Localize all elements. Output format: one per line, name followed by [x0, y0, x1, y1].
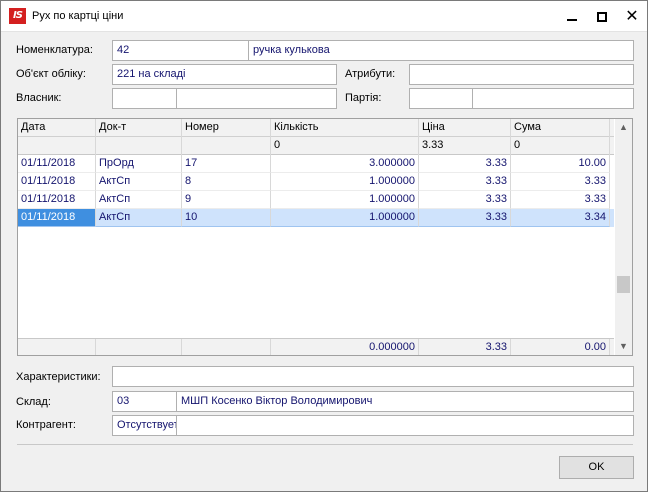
totals-sum: 0.00: [511, 339, 610, 355]
characteristics-label: Характеристики:: [16, 371, 101, 383]
grid-header-row: Дата Док-т Номер Кількість Ціна Сума: [18, 119, 614, 137]
account-object-label: Об'єкт обліку:: [16, 68, 86, 80]
row-date: 01/11/2018: [18, 209, 96, 227]
row-doc: АктСп: [96, 209, 182, 227]
row-date: 01/11/2018: [18, 173, 96, 191]
price-movement-grid[interactable]: Дата Док-т Номер Кількість Ціна Сума 0 3…: [17, 118, 633, 356]
row-date: 01/11/2018: [18, 191, 96, 209]
row-sum: 3.33: [511, 173, 610, 191]
grid-vertical-scrollbar[interactable]: ▲ ▼: [615, 119, 632, 355]
column-header-number[interactable]: Номер: [182, 119, 271, 137]
maximize-button[interactable]: [587, 1, 617, 32]
totals-date: [18, 339, 96, 355]
maximize-icon: [597, 11, 607, 22]
opening-doc: [96, 137, 182, 155]
characteristics-field[interactable]: [112, 366, 634, 387]
owner-name-field[interactable]: [176, 88, 337, 109]
attributes-field[interactable]: [409, 64, 634, 85]
owner-code-field[interactable]: [112, 88, 177, 109]
column-header-date[interactable]: Дата: [18, 119, 96, 137]
row-doc: ПрОрд: [96, 155, 182, 173]
nomenclature-label: Номенклатура:: [16, 44, 93, 56]
column-header-qty[interactable]: Кількість: [271, 119, 419, 137]
footer-divider: [17, 444, 633, 445]
row-price: 3.33: [419, 155, 511, 173]
warehouse-label: Склад:: [16, 396, 51, 408]
row-doc: АктСп: [96, 191, 182, 209]
grid-totals-row: 0.000000 3.33 0.00: [18, 338, 614, 355]
totals-doc: [96, 339, 182, 355]
table-row[interactable]: 01/11/2018 ПрОрд 17 3.000000 3.33 10.00: [18, 155, 614, 173]
column-header-doc[interactable]: Док-т: [96, 119, 182, 137]
scroll-thumb[interactable]: [617, 276, 630, 293]
row-sum: 3.33: [511, 191, 610, 209]
column-header-sum[interactable]: Сума: [511, 119, 610, 137]
row-number: 8: [182, 173, 271, 191]
counterparty-label: Контрагент:: [16, 419, 76, 431]
row-doc: АктСп: [96, 173, 182, 191]
row-qty: 1.000000: [271, 191, 419, 209]
row-qty: 1.000000: [271, 209, 419, 227]
opening-price: 3.33: [419, 137, 511, 155]
price-card-movement-window: IS Рух по картці ціни ✕ Номенклатура: 42…: [0, 0, 648, 492]
row-price: 3.33: [419, 173, 511, 191]
warehouse-code-field[interactable]: 03: [112, 391, 177, 412]
opening-sum: 0: [511, 137, 610, 155]
row-number: 10: [182, 209, 271, 227]
row-number: 9: [182, 191, 271, 209]
counterparty-code-field[interactable]: Отсутствует: [112, 415, 177, 436]
table-row[interactable]: 01/11/2018 АктСп 9 1.000000 3.33 3.33: [18, 191, 614, 209]
close-button[interactable]: ✕: [617, 1, 647, 32]
opening-date: [18, 137, 96, 155]
minimize-button[interactable]: [557, 1, 587, 32]
account-object-field[interactable]: 221 на складі: [112, 64, 337, 85]
row-date: 01/11/2018: [18, 155, 96, 173]
opening-qty: 0: [271, 137, 419, 155]
row-price: 3.33: [419, 191, 511, 209]
counterparty-name-field[interactable]: [176, 415, 634, 436]
warehouse-name-field[interactable]: МШП Косенко Віктор Володимирович: [176, 391, 634, 412]
totals-price: 3.33: [419, 339, 511, 355]
table-row-selected[interactable]: 01/11/2018 АктСп 10 1.000000 3.33 3.34: [18, 209, 614, 227]
ok-button[interactable]: OK: [559, 456, 634, 479]
batch-code-field[interactable]: [409, 88, 473, 109]
attributes-label: Атрибути:: [345, 68, 396, 80]
title-bar: IS Рух по картці ціни ✕: [1, 1, 647, 32]
scroll-down-icon[interactable]: ▼: [615, 338, 632, 355]
nomenclature-code-field[interactable]: 42: [112, 40, 249, 61]
totals-qty: 0.000000: [271, 339, 419, 355]
batch-label: Партія:: [345, 92, 382, 104]
row-qty: 1.000000: [271, 173, 419, 191]
close-icon: ✕: [625, 7, 639, 25]
row-qty: 3.000000: [271, 155, 419, 173]
owner-label: Власник:: [16, 92, 62, 104]
scroll-up-icon[interactable]: ▲: [615, 119, 632, 136]
row-sum: 3.34: [511, 209, 610, 227]
table-row[interactable]: 01/11/2018 АктСп 8 1.000000 3.33 3.33: [18, 173, 614, 191]
app-logo-icon: IS: [9, 8, 26, 24]
opening-number: [182, 137, 271, 155]
opening-balance-row: 0 3.33 0: [18, 137, 614, 155]
row-price: 3.33: [419, 209, 511, 227]
window-title: Рух по картці ціни: [32, 10, 124, 22]
batch-name-field[interactable]: [472, 88, 634, 109]
totals-number: [182, 339, 271, 355]
row-number: 17: [182, 155, 271, 173]
nomenclature-name-field[interactable]: ручка кулькова: [248, 40, 634, 61]
row-sum: 10.00: [511, 155, 610, 173]
column-header-price[interactable]: Ціна: [419, 119, 511, 137]
minimize-icon: [567, 18, 577, 21]
